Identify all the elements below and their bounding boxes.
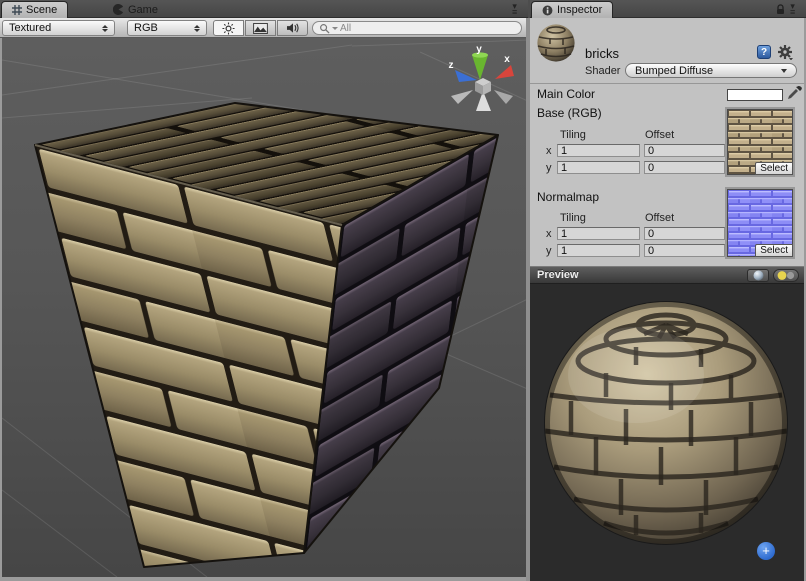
scene-tabbar: Scene Game ▾≡	[0, 0, 528, 18]
normalmap-x-row-label: x	[546, 228, 552, 240]
shader-dropdown[interactable]: Bumped Diffuse	[625, 63, 797, 78]
preview-title: Preview	[537, 269, 579, 281]
base-tiling-x-field[interactable]	[557, 144, 640, 157]
scene-lighting-toggle[interactable]	[213, 20, 244, 36]
inspector-tabbar: Inspector ▾≡	[530, 0, 806, 18]
header-separator	[530, 83, 804, 84]
dropdown-arrow-icon	[781, 69, 787, 73]
preview-light-toggle[interactable]	[773, 269, 799, 282]
search-input[interactable]	[340, 23, 490, 34]
preview-area[interactable]: +	[530, 284, 804, 581]
render-mode-value: Textured	[9, 22, 96, 34]
base-x-row-label: x	[546, 145, 552, 157]
eyedropper-icon[interactable]	[787, 85, 802, 100]
speaker-icon	[286, 22, 300, 34]
tab-scene[interactable]: Scene	[1, 1, 68, 18]
channel-mode-dropdown[interactable]: RGB	[127, 20, 207, 36]
main-color-swatch[interactable]	[727, 89, 783, 101]
game-icon	[113, 4, 124, 15]
scene-audio-toggle[interactable]	[277, 20, 308, 36]
base-offset-y-field[interactable]	[644, 161, 725, 174]
normalmap-thumbnail[interactable]: Select	[727, 189, 793, 257]
shader-label: Shader	[585, 65, 620, 77]
lock-icon[interactable]	[775, 4, 786, 15]
base-tiling-y-field[interactable]	[557, 161, 640, 174]
normalmap-tiling-y-field[interactable]	[557, 244, 640, 257]
scene-viewport[interactable]: y x z	[0, 38, 530, 581]
unity-editor-window: Scene Game ▾≡ Textured RGB	[0, 0, 806, 581]
image-icon	[253, 23, 268, 34]
info-icon	[542, 5, 553, 16]
updown-arrows-icon	[102, 25, 108, 32]
inspector-panel: Inspector ▾≡	[530, 0, 806, 581]
gizmo-back-cone[interactable]	[451, 90, 473, 104]
normalmap-offset-y-field[interactable]	[644, 244, 725, 257]
material-preview-sphere	[544, 301, 788, 545]
material-ball-icon	[537, 24, 575, 62]
base-tiling-header: Tiling	[560, 129, 586, 141]
tab-game[interactable]: Game	[103, 1, 168, 18]
normalmap-select-button[interactable]: Select	[755, 244, 793, 257]
updown-arrows-icon	[194, 25, 200, 32]
base-texture-label: Base (RGB)	[537, 106, 602, 120]
scene-panel-menu-icon[interactable]: ▾≡	[512, 3, 517, 15]
normalmap-offset-x-field[interactable]	[644, 227, 725, 240]
scene-search-field[interactable]	[312, 21, 522, 35]
orientation-gizmo[interactable]: y x z	[449, 44, 515, 111]
normalmap-tiling-header: Tiling	[560, 212, 586, 224]
tab-game-label: Game	[128, 4, 158, 16]
inspector-content: bricks Shader Bumped Diffuse ? Main Colo	[530, 18, 804, 266]
gizmo-x-label: x	[504, 54, 510, 65]
base-select-button[interactable]: Select	[755, 162, 793, 175]
gizmo-x-axis-cone[interactable]	[495, 65, 514, 79]
channel-mode-value: RGB	[134, 22, 188, 34]
gear-icon[interactable]	[777, 44, 793, 60]
search-icon	[319, 23, 330, 34]
search-filter-arrow-icon[interactable]	[332, 27, 338, 30]
scene-toolbar: Textured RGB	[0, 18, 528, 38]
preview-shape-button[interactable]	[747, 269, 769, 282]
scene-effects-toggle[interactable]	[245, 20, 276, 36]
light-toggle-icon	[776, 270, 796, 281]
inspector-panel-menu-icon[interactable]: ▾≡	[790, 3, 795, 15]
normalmap-y-row-label: y	[546, 245, 552, 257]
sun-icon	[222, 22, 235, 35]
sphere-icon	[753, 270, 764, 281]
material-name: bricks	[585, 46, 619, 61]
base-offset-x-field[interactable]	[644, 144, 725, 157]
shader-value: Bumped Diffuse	[635, 65, 713, 77]
gizmo-z-label: z	[449, 60, 454, 71]
base-texture-thumbnail[interactable]: Select	[727, 109, 793, 175]
main-color-label: Main Color	[537, 87, 595, 101]
gizmo-center-cube[interactable]	[475, 78, 491, 95]
normalmap-tiling-x-field[interactable]	[557, 227, 640, 240]
render-mode-dropdown[interactable]: Textured	[2, 20, 115, 36]
normalmap-label: Normalmap	[537, 190, 599, 204]
base-offset-header: Offset	[645, 129, 674, 141]
preview-header[interactable]: Preview	[530, 266, 804, 284]
add-preview-button[interactable]: +	[757, 542, 775, 560]
scene-grid-icon	[12, 5, 22, 15]
normalmap-offset-header: Offset	[645, 212, 674, 224]
tab-inspector[interactable]: Inspector	[531, 1, 613, 18]
base-y-row-label: y	[546, 162, 552, 174]
gizmo-side-cone[interactable]	[494, 90, 513, 104]
tab-inspector-label: Inspector	[557, 4, 602, 16]
gizmo-y-label: y	[476, 44, 482, 55]
scene-3d-render: y x z	[2, 38, 530, 577]
help-icon[interactable]: ?	[757, 45, 771, 59]
tab-scene-label: Scene	[26, 4, 57, 16]
